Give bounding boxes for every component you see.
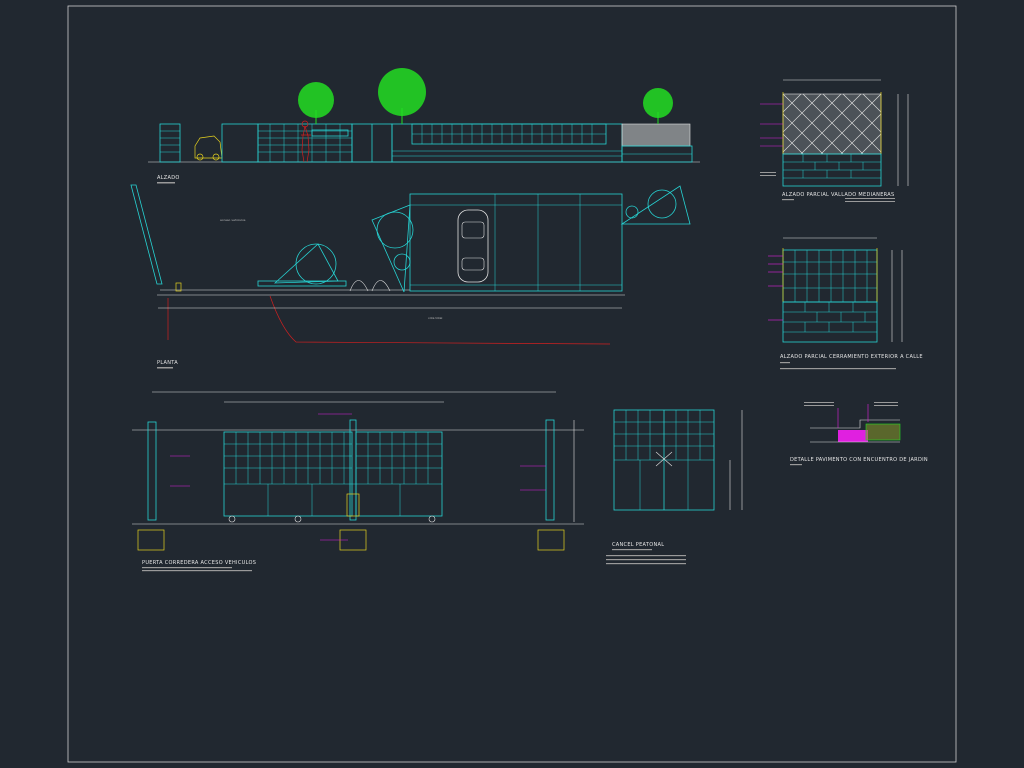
cancel-title: CANCEL PEATONAL — [612, 542, 664, 548]
planta-plan: cota total acceso vehiculos PLANTA — [130, 184, 691, 369]
cad-sheet: ALZADO cota total acceso vehiculos PLANT… — [67, 5, 957, 763]
puerta-title: PUERTA CORREDERA ACCESO VEHICULOS — [142, 560, 256, 566]
alzado-elevation: ALZADO — [148, 68, 700, 184]
alzado-title: ALZADO — [157, 175, 180, 181]
vallado-medianeras: ALZADO PARCIAL VALLADO MEDIANERAS — [760, 79, 909, 201]
sliding-gate-elevation: PUERTA CORREDERA ACCESO VEHICULOS — [132, 391, 584, 572]
svg-text:acceso vehiculos: acceso vehiculos — [220, 218, 246, 222]
svg-text:cota total: cota total — [428, 316, 442, 320]
cerramiento-title: ALZADO PARCIAL CERRAMIENTO EXTERIOR A CA… — [780, 354, 923, 360]
vallado-title: ALZADO PARCIAL VALLADO MEDIANERAS — [782, 192, 894, 198]
planta-title: PLANTA — [157, 360, 178, 366]
cancel-peatonal: CANCEL PEATONAL — [606, 409, 743, 565]
mesh-fence-panel — [621, 123, 691, 147]
car-top-view — [457, 209, 489, 283]
cerramiento-exterior: ALZADO PARCIAL CERRAMIENTO EXTERIOR A CA… — [768, 237, 923, 370]
detalle-pavimento: DETALLE PAVIMENTO CON ENCUENTRO DE JARDI… — [790, 404, 928, 466]
detalle-title: DETALLE PAVIMENTO CON ENCUENTRO DE JARDI… — [790, 457, 928, 463]
